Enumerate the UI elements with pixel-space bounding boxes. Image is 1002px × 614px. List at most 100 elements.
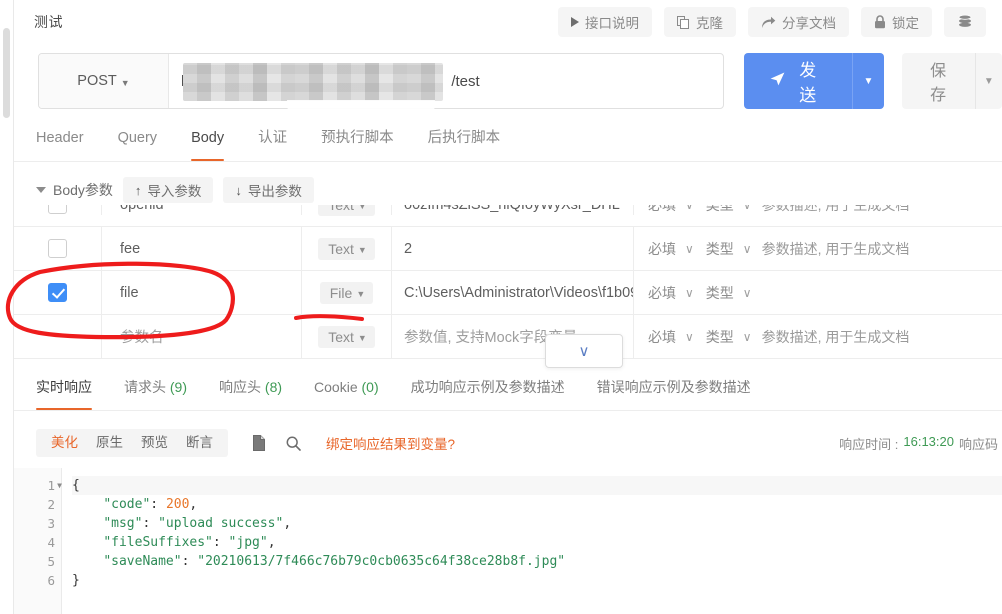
- response-body-viewer[interactable]: 1 ▼ 2 3 4 5 6 { "code": 200, "msg": "upl…: [14, 468, 1002, 614]
- share-arrow-icon: [761, 16, 776, 29]
- copy-document-icon[interactable]: [248, 432, 270, 454]
- response-tab-response-headers[interactable]: 响应头 (8): [219, 369, 282, 410]
- chevron-down-icon: ∨: [742, 329, 752, 344]
- param-description[interactable]: 参数描述, 用于生成文档: [762, 205, 910, 215]
- send-button[interactable]: 发送: [744, 53, 853, 109]
- row-checkbox[interactable]: [48, 239, 67, 258]
- api-doc-button[interactable]: 接口说明: [558, 7, 652, 37]
- param-datatype-value: 类型: [705, 328, 734, 345]
- tab-body[interactable]: Body: [191, 118, 225, 161]
- json-string: "jpg": [228, 535, 268, 550]
- response-tab-request-headers-label: 请求头: [124, 379, 166, 395]
- database-stack-button[interactable]: [944, 7, 986, 37]
- params-table: openid Text ▼ o0zIm4sZiSS_hiQIoyWyXsr_DH…: [14, 205, 1002, 365]
- response-tab-error-example-label: 错误响应示例及参数描述: [596, 379, 751, 395]
- response-tab-cookie-count: (0): [361, 379, 379, 395]
- save-button[interactable]: 保存: [901, 53, 975, 109]
- param-datatype-select[interactable]: 类型 ∨: [706, 327, 752, 347]
- http-method-select[interactable]: POST ▼: [39, 54, 169, 108]
- param-type-cell: Text ▼: [302, 227, 392, 270]
- segment-assert[interactable]: 断言: [177, 429, 222, 457]
- scrollbar-thumb[interactable]: [3, 28, 10, 118]
- row-checkbox[interactable]: [48, 283, 67, 302]
- segment-raw[interactable]: 原生: [87, 429, 132, 457]
- lock-button[interactable]: 锁定: [861, 7, 932, 37]
- app-header: 测试 接口说明 克隆 分享文档 锁定: [14, 0, 1002, 44]
- param-name-placeholder[interactable]: 参数名: [102, 315, 302, 358]
- param-datatype-value: 类型: [705, 240, 734, 257]
- code-lines[interactable]: { "code": 200, "msg": "upload success", …: [62, 468, 1002, 614]
- param-name[interactable]: file: [102, 271, 302, 314]
- save-options-caret[interactable]: ▼: [974, 53, 1002, 109]
- body-param-collapse[interactable]: Body参数: [36, 180, 113, 200]
- param-required-select[interactable]: 必填 ∨: [648, 283, 694, 303]
- response-tab-cookie[interactable]: Cookie (0): [314, 369, 379, 410]
- table-row[interactable]: fee Text ▼ 2 必填 ∨ 类型 ∨ 参数描述, 用于生成文档: [14, 227, 1002, 271]
- code-line: "saveName": "20210613/7f466c76b79c0cb063…: [103, 554, 566, 569]
- save-button-group: 保存 ▼: [901, 53, 1002, 109]
- bind-response-to-variable-link[interactable]: 绑定响应结果到变量?: [326, 433, 455, 453]
- tab-query[interactable]: Query: [118, 118, 158, 161]
- param-datatype-select[interactable]: 类型 ∨: [706, 283, 752, 303]
- line-number: 6: [47, 573, 55, 588]
- param-description[interactable]: 参数描述, 用于生成文档: [762, 327, 910, 347]
- param-required-select[interactable]: 必填 ∨: [648, 327, 694, 347]
- export-params-button[interactable]: ↓ 导出参数: [223, 177, 314, 203]
- param-required-select[interactable]: 必填 ∨: [648, 205, 694, 215]
- export-params-label: 导出参数: [247, 184, 302, 199]
- param-type-select[interactable]: Text ▼: [318, 325, 375, 348]
- row-checkbox[interactable]: [48, 205, 67, 214]
- line-number-text: 1: [47, 478, 55, 493]
- param-datatype-select[interactable]: 类型 ∨: [706, 239, 752, 259]
- param-value[interactable]: C:\Users\Administrator\Videos\f1b09: [392, 271, 634, 314]
- tab-pre-script[interactable]: 预执行脚本: [321, 118, 394, 161]
- share-doc-button[interactable]: 分享文档: [748, 7, 849, 37]
- segment-beautify[interactable]: 美化: [42, 429, 87, 457]
- send-options-caret[interactable]: ▼: [852, 53, 884, 109]
- param-type-value: Text: [328, 205, 354, 213]
- tab-post-script[interactable]: 后执行脚本: [428, 118, 501, 161]
- param-value[interactable]: o0zIm4sZiSS_hiQIoyWyXsr_DHL: [392, 205, 634, 215]
- code-line: "fileSuffixes": "jpg",: [103, 535, 276, 550]
- import-params-button[interactable]: ↑ 导入参数: [122, 177, 214, 203]
- table-row[interactable]: file File ▼ C:\Users\Administrator\Video…: [14, 271, 1002, 315]
- param-type-select[interactable]: File ▼: [319, 281, 374, 304]
- param-meta-cell: 必填 ∨ 类型 ∨: [634, 271, 1002, 314]
- chevron-down-icon: ∨: [742, 241, 752, 256]
- param-description[interactable]: 参数描述, 用于生成文档: [762, 239, 910, 259]
- chevron-down-icon: ▼: [356, 288, 366, 299]
- param-type-select[interactable]: Text ▼: [318, 237, 375, 260]
- response-tab-live-label: 实时响应: [36, 379, 92, 395]
- param-required-select[interactable]: 必填 ∨: [648, 239, 694, 259]
- tab-auth[interactable]: 认证: [258, 118, 287, 161]
- line-number: 3: [47, 516, 55, 531]
- row-checkbox-cell: [14, 315, 102, 358]
- line-number: 1 ▼: [14, 476, 62, 495]
- search-icon[interactable]: [282, 432, 304, 454]
- response-tab-request-headers[interactable]: 请求头 (9): [124, 369, 187, 410]
- url-box: POST ▼ h /test: [38, 53, 725, 109]
- response-tab-request-headers-count: (9): [169, 379, 188, 395]
- param-value[interactable]: 2: [392, 227, 634, 270]
- param-type-select[interactable]: Text ▼: [318, 205, 375, 216]
- table-row[interactable]: openid Text ▼ o0zIm4sZiSS_hiQIoyWyXsr_DH…: [14, 205, 1002, 227]
- value-dropdown-popover[interactable]: ∨: [545, 334, 623, 368]
- param-name[interactable]: fee: [102, 227, 302, 270]
- fold-triangle-icon[interactable]: ▼: [57, 476, 62, 495]
- chevron-down-icon: ∨: [743, 205, 752, 212]
- param-type-value: File: [329, 284, 353, 301]
- param-name[interactable]: openid: [102, 205, 302, 215]
- response-tab-success-example[interactable]: 成功响应示例及参数描述: [411, 369, 565, 410]
- param-datatype-value: 类型: [705, 284, 734, 301]
- segment-preview[interactable]: 预览: [132, 429, 177, 457]
- param-meta-cell: 必填 ∨ 类型 ∨ 参数描述, 用于生成文档: [634, 205, 1002, 215]
- tab-header[interactable]: Header: [36, 118, 84, 161]
- clone-button[interactable]: 克隆: [664, 7, 736, 37]
- chevron-down-icon: ∨: [742, 285, 752, 300]
- table-row-new[interactable]: 参数名 Text ▼ 参数值, 支持Mock字段变量 必填 ∨ 类型 ∨ 参数描…: [14, 315, 1002, 359]
- response-tab-live[interactable]: 实时响应: [36, 369, 92, 410]
- response-tab-error-example[interactable]: 错误响应示例及参数描述: [597, 369, 751, 410]
- param-datatype-select[interactable]: 类型 ∨: [706, 205, 752, 215]
- line-number: 2: [47, 497, 55, 512]
- url-input[interactable]: h /test: [169, 54, 723, 108]
